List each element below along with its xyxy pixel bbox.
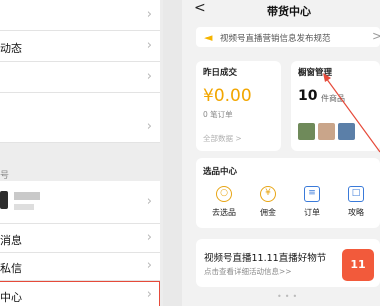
tool-label: 订单 bbox=[304, 208, 320, 217]
window-management-card[interactable]: 橱窗管理 10 件商品 bbox=[291, 61, 380, 151]
settings-row-label: 私信 bbox=[0, 262, 22, 275]
product-thumbnail[interactable] bbox=[298, 123, 315, 140]
guide-icon: □ bbox=[348, 186, 364, 202]
product-thumbnail[interactable] bbox=[338, 123, 355, 140]
order-icon: ≡ bbox=[304, 186, 320, 202]
card-title: 选品中心 bbox=[203, 167, 238, 177]
product-count: 10 bbox=[298, 88, 318, 104]
left-settings-panel: › 动态 › › › 号 › 消息 › 私信 › 中心 › bbox=[0, 0, 163, 306]
settings-row-label: 动态 bbox=[0, 42, 22, 55]
sales-amount: ¥0.00 bbox=[203, 86, 252, 106]
chevron-right-icon: › bbox=[146, 119, 152, 134]
selection-center-card: 选品中心 ○ 去选品 ¥ 佣金 ≡ 订单 □ 攻略 bbox=[196, 158, 380, 228]
promo-logo: 11 bbox=[342, 249, 374, 281]
tool-label: 佣金 bbox=[260, 208, 276, 217]
notice-bar[interactable]: ◄ 视频号直播营销信息发布规范 > bbox=[196, 27, 380, 47]
blurred-name bbox=[14, 192, 40, 200]
settings-row[interactable]: › bbox=[0, 62, 160, 93]
tool-select-products[interactable]: ○ 去选品 bbox=[204, 186, 244, 218]
tool-orders[interactable]: ≡ 订单 bbox=[292, 186, 332, 218]
promo-subtitle: 点击查看详细活动信息>> bbox=[204, 267, 292, 276]
chevron-right-icon: › bbox=[146, 230, 152, 245]
tool-guide[interactable]: □ 攻略 bbox=[336, 186, 376, 218]
selling-center-panel: < 带货中心 ◄ 视频号直播营销信息发布规范 > 昨日成交 ¥0.00 0 笔订… bbox=[182, 0, 380, 306]
chevron-right-icon: › bbox=[146, 258, 152, 273]
promo-title: 视频号直播11.11直播好物节 bbox=[204, 253, 327, 264]
chevron-right-icon: › bbox=[146, 7, 152, 22]
account-row[interactable]: › bbox=[0, 181, 160, 224]
blurred-id bbox=[14, 204, 34, 210]
page-title: 带货中心 bbox=[267, 5, 311, 18]
tool-label: 去选品 bbox=[212, 208, 236, 217]
back-icon[interactable]: < bbox=[194, 0, 206, 16]
selection-icon: ○ bbox=[216, 186, 232, 202]
settings-row-messages[interactable]: 消息 › bbox=[0, 224, 160, 253]
settings-row[interactable]: › bbox=[0, 93, 160, 143]
chevron-right-icon: › bbox=[146, 38, 152, 53]
all-data-link[interactable]: 全部数据 > bbox=[203, 133, 242, 144]
speaker-icon: ◄ bbox=[204, 31, 213, 44]
highlight-box bbox=[0, 281, 160, 306]
tool-label: 攻略 bbox=[348, 208, 364, 217]
chevron-right-icon: > bbox=[372, 29, 380, 43]
settings-row-private-messages[interactable]: 私信 › bbox=[0, 253, 160, 281]
notice-text: 视频号直播营销信息发布规范 bbox=[220, 34, 331, 44]
settings-row-dynamics[interactable]: 动态 › bbox=[0, 31, 160, 62]
card-title: 橱窗管理 bbox=[298, 68, 333, 78]
section-label: 号 bbox=[0, 171, 10, 181]
promo-banner[interactable]: 视频号直播11.11直播好物节 点击查看详细活动信息>> 11 bbox=[196, 239, 380, 287]
order-count: 0 笔订单 bbox=[203, 110, 233, 119]
product-unit: 件商品 bbox=[321, 94, 345, 103]
avatar bbox=[0, 191, 8, 209]
yesterday-sales-card[interactable]: 昨日成交 ¥0.00 0 笔订单 全部数据 > bbox=[196, 61, 281, 151]
chevron-right-icon: › bbox=[146, 194, 152, 209]
card-title: 昨日成交 bbox=[203, 68, 238, 78]
product-thumbnail[interactable] bbox=[318, 123, 335, 140]
settings-row-label: 消息 bbox=[0, 234, 22, 247]
tool-commission[interactable]: ¥ 佣金 bbox=[248, 186, 288, 218]
settings-row[interactable]: › bbox=[0, 0, 160, 31]
header: < 带货中心 bbox=[182, 0, 380, 20]
carousel-dots: ••• bbox=[277, 292, 301, 301]
chevron-right-icon: › bbox=[146, 69, 152, 84]
commission-icon: ¥ bbox=[260, 186, 276, 202]
